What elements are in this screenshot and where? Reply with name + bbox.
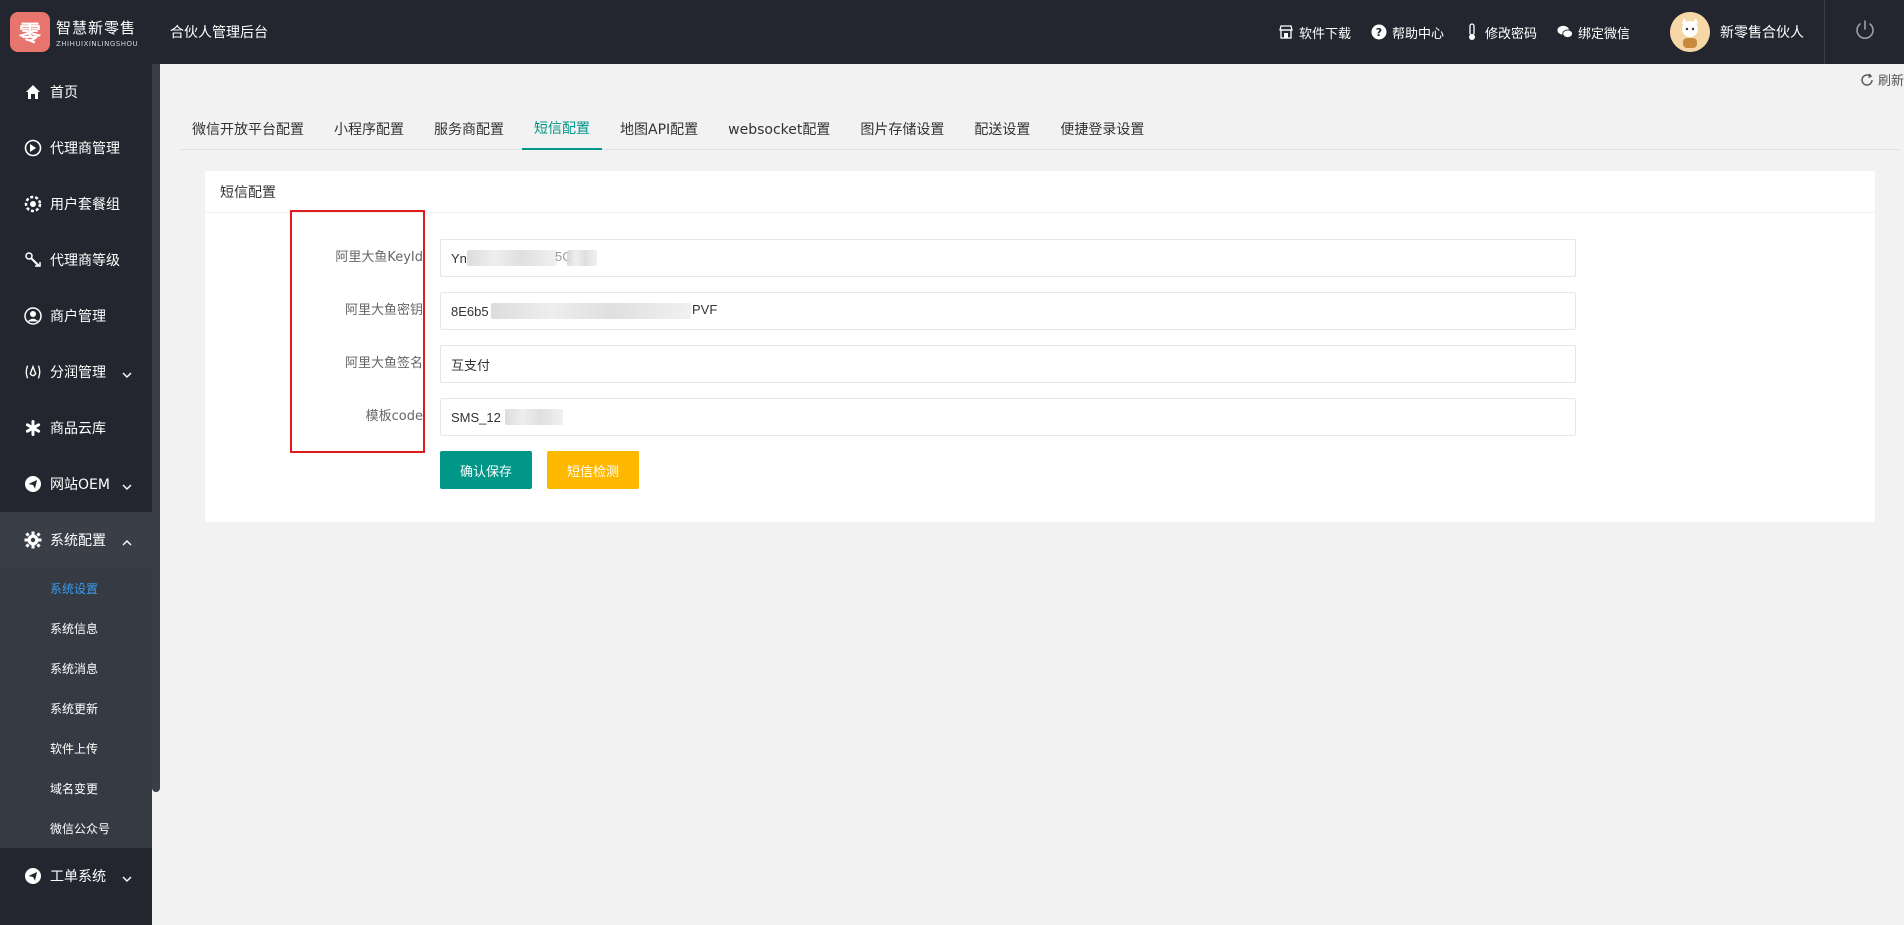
logo-text: 智慧新零售 bbox=[56, 18, 137, 37]
sidebar-item-label: 商户管理 bbox=[50, 309, 106, 325]
tab-delivery[interactable]: 配送设置 bbox=[962, 108, 1042, 150]
chevron-up-icon bbox=[122, 534, 132, 550]
sidebar-item-home[interactable]: 首页 bbox=[0, 64, 152, 120]
send-icon bbox=[24, 867, 42, 885]
sidebar-item-system-config[interactable]: 系统配置 bbox=[0, 512, 152, 568]
sidebar-item-user-package[interactable]: 用户套餐组 bbox=[0, 176, 152, 232]
user-menu[interactable]: 新零售合伙人 bbox=[1670, 12, 1804, 52]
system-title: 合伙人管理后台 bbox=[170, 25, 268, 41]
power-icon bbox=[1854, 19, 1876, 45]
sidebar-item-label: 代理商等级 bbox=[50, 253, 120, 269]
help-icon: ? bbox=[1371, 24, 1387, 40]
config-tabs: 微信开放平台配置 小程序配置 服务商配置 短信配置 地图API配置 websoc… bbox=[180, 108, 1900, 150]
bind-wechat-label: 绑定微信 bbox=[1577, 26, 1630, 42]
masked-text bbox=[505, 409, 563, 425]
tab-map-api[interactable]: 地图API配置 bbox=[608, 108, 710, 150]
secret-visible-suffix: PVF bbox=[692, 302, 718, 317]
chevron-down-icon bbox=[122, 870, 132, 886]
store-icon bbox=[1278, 24, 1294, 40]
logout-button[interactable] bbox=[1824, 0, 1904, 64]
sidebar-item-label: 代理商管理 bbox=[50, 141, 120, 157]
sidebar-item-merchant[interactable]: 商户管理 bbox=[0, 288, 152, 344]
sidebar-item-label: 首页 bbox=[50, 85, 78, 101]
sidebar-item-product-cloud[interactable]: 商品云库 bbox=[0, 400, 152, 456]
send-icon bbox=[24, 475, 42, 493]
tab-mini-program[interactable]: 小程序配置 bbox=[322, 108, 416, 150]
agent-icon bbox=[24, 139, 42, 157]
signature-input[interactable] bbox=[440, 345, 1576, 383]
software-download-label: 软件下载 bbox=[1298, 26, 1351, 42]
asterisk-icon bbox=[24, 419, 42, 437]
form-row-template-code: 模板code bbox=[205, 398, 1875, 436]
logo-subtext: ZHIHUIXINLINGSHOU bbox=[56, 39, 139, 48]
tab-sms-config[interactable]: 短信配置 bbox=[522, 108, 602, 150]
software-download-link[interactable]: 软件下载 bbox=[1278, 23, 1351, 42]
sidebar-item-label: 用户套餐组 bbox=[50, 197, 120, 213]
tab-quick-login[interactable]: 便捷登录设置 bbox=[1048, 108, 1156, 150]
change-password-label: 修改密码 bbox=[1484, 26, 1537, 42]
sidebar-subitem-system-messages[interactable]: 系统消息 bbox=[0, 648, 152, 688]
template-code-input[interactable] bbox=[440, 398, 1576, 436]
sidebar-scrollbar[interactable] bbox=[152, 64, 160, 792]
sidebar-item-agent-level[interactable]: 代理商等级 bbox=[0, 232, 152, 288]
package-icon bbox=[24, 195, 42, 213]
chevron-down-icon bbox=[122, 478, 132, 494]
user-icon bbox=[24, 307, 42, 325]
sidebar-item-ticket-system[interactable]: 工单系统 bbox=[0, 848, 152, 904]
help-center-label: 帮助中心 bbox=[1391, 26, 1444, 42]
masked-text bbox=[491, 303, 691, 319]
system-config-submenu: 系统设置 系统信息 系统消息 系统更新 软件上传 域名变更 微信公众号 bbox=[0, 568, 152, 848]
bind-wechat-link[interactable]: 绑定微信 bbox=[1557, 23, 1630, 42]
home-icon bbox=[24, 83, 42, 101]
annotation-highlight-box bbox=[290, 210, 425, 453]
sidebar-subitem-system-info[interactable]: 系统信息 bbox=[0, 608, 152, 648]
logo-mark: 零 bbox=[10, 12, 50, 52]
masked-text bbox=[467, 250, 557, 266]
sidebar-item-label: 商品云库 bbox=[50, 421, 106, 437]
sidebar-item-label: 网站OEM bbox=[50, 477, 110, 493]
change-password-link[interactable]: 修改密码 bbox=[1464, 23, 1537, 42]
sidebar-item-label: 系统配置 bbox=[50, 533, 106, 549]
sidebar-item-website-oem[interactable]: 网站OEM bbox=[0, 456, 152, 512]
sidebar-item-profit[interactable]: 分润管理 bbox=[0, 344, 152, 400]
sidebar-item-agent-management[interactable]: 代理商管理 bbox=[0, 120, 152, 176]
sidebar-subitem-system-settings[interactable]: 系统设置 bbox=[0, 568, 152, 608]
sms-test-button[interactable]: 短信检测 bbox=[547, 451, 639, 489]
sidebar-item-label: 工单系统 bbox=[50, 869, 106, 885]
tab-service-provider[interactable]: 服务商配置 bbox=[422, 108, 516, 150]
svg-text:?: ? bbox=[1376, 26, 1382, 39]
user-name: 新零售合伙人 bbox=[1720, 25, 1804, 41]
sidebar-item-label: 分润管理 bbox=[50, 365, 106, 381]
avatar bbox=[1670, 12, 1710, 52]
sidebar-subitem-software-upload[interactable]: 软件上传 bbox=[0, 728, 152, 768]
form-row-keyid: 阿里大鱼KeyId 5C bbox=[205, 239, 1875, 277]
logo[interactable]: 零 智慧新零售 ZHIHUIXINLINGSHOU bbox=[0, 0, 152, 64]
card-title: 短信配置 bbox=[205, 171, 1875, 213]
form-row-signature: 阿里大鱼签名 bbox=[205, 345, 1875, 383]
sidebar-subitem-wechat-official[interactable]: 微信公众号 bbox=[0, 808, 152, 848]
confirm-save-button[interactable]: 确认保存 bbox=[440, 451, 532, 489]
refresh-icon bbox=[1860, 73, 1874, 87]
sidebar-subitem-system-update[interactable]: 系统更新 bbox=[0, 688, 152, 728]
level-icon bbox=[24, 251, 42, 269]
sidebar: 首页 代理商管理 用户套餐组 代理商等级 商户管理 分润管理 商品云库 网站OE… bbox=[0, 64, 152, 925]
masked-text bbox=[567, 250, 597, 266]
tab-websocket[interactable]: websocket配置 bbox=[716, 108, 842, 150]
wechat-icon bbox=[1557, 24, 1573, 40]
gear-icon bbox=[24, 531, 42, 549]
sidebar-subitem-domain-change[interactable]: 域名变更 bbox=[0, 768, 152, 808]
chevron-down-icon bbox=[122, 366, 132, 382]
refresh-button[interactable]: 刷新 bbox=[1860, 70, 1904, 89]
thermometer-icon bbox=[1464, 23, 1480, 40]
tab-image-storage[interactable]: 图片存储设置 bbox=[848, 108, 956, 150]
refresh-label: 刷新 bbox=[1877, 74, 1904, 89]
tab-wechat-open-platform[interactable]: 微信开放平台配置 bbox=[180, 108, 316, 150]
help-center-link[interactable]: ? 帮助中心 bbox=[1371, 23, 1444, 42]
main-content: 刷新 微信开放平台配置 小程序配置 服务商配置 短信配置 地图API配置 web… bbox=[160, 64, 1904, 925]
top-header: 零 智慧新零售 ZHIHUIXINLINGSHOU 合伙人管理后台 软件下载 ?… bbox=[0, 0, 1904, 64]
form-row-secret: 阿里大鱼密钥 PVF bbox=[205, 292, 1875, 330]
profit-icon bbox=[24, 363, 42, 381]
keyid-input[interactable] bbox=[440, 239, 1576, 277]
